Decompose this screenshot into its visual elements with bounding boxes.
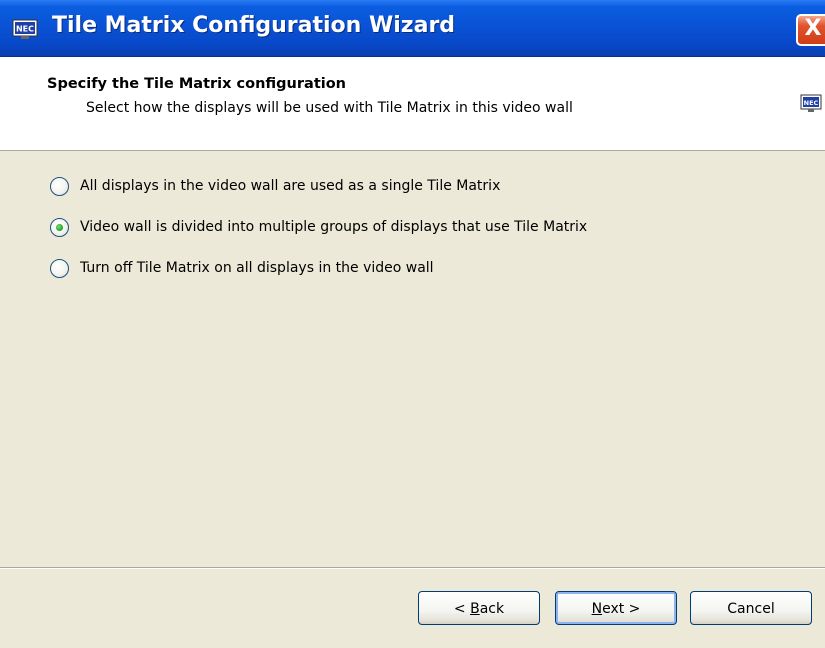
option-label: All displays in the video wall are used … bbox=[80, 178, 501, 194]
back-button-rest: ack bbox=[479, 601, 505, 617]
nec-monitor-icon: NEC bbox=[12, 19, 38, 39]
window-title: Tile Matrix Configuration Wizard bbox=[52, 13, 456, 38]
option-multiple-groups[interactable]: Video wall is divided into multiple grou… bbox=[50, 216, 750, 238]
nec-monitor-icon: NEC bbox=[800, 94, 822, 112]
radio-button[interactable] bbox=[50, 258, 69, 278]
option-label: Video wall is divided into multiple grou… bbox=[80, 219, 588, 235]
wizard-header: Specify the Tile Matrix configuration Se… bbox=[0, 57, 825, 151]
header-title: Specify the Tile Matrix configuration bbox=[47, 76, 346, 92]
header-subtitle: Select how the displays will be used wit… bbox=[86, 100, 573, 116]
option-turn-off-tile-matrix[interactable]: Turn off Tile Matrix on all displays in … bbox=[50, 257, 750, 279]
next-button-rest: ext > bbox=[602, 601, 641, 617]
footer-divider bbox=[0, 567, 825, 569]
option-single-tile-matrix[interactable]: All displays in the video wall are used … bbox=[50, 175, 750, 197]
radio-button[interactable] bbox=[50, 176, 69, 196]
svg-text:NEC: NEC bbox=[16, 25, 34, 34]
back-button[interactable]: < Back bbox=[418, 591, 540, 625]
radio-button[interactable] bbox=[50, 217, 69, 237]
svg-text:NEC: NEC bbox=[804, 99, 819, 107]
next-button[interactable]: Next > bbox=[555, 591, 677, 625]
back-button-mnemonic: B bbox=[470, 601, 480, 617]
option-label: Turn off Tile Matrix on all displays in … bbox=[80, 260, 434, 276]
close-button[interactable]: X bbox=[796, 14, 825, 46]
title-bar[interactable]: NEC Tile Matrix Configuration Wizard X bbox=[0, 0, 825, 57]
back-button-prefix: < bbox=[453, 601, 471, 617]
cancel-button[interactable]: Cancel bbox=[690, 591, 812, 625]
next-button-mnemonic: N bbox=[591, 601, 603, 617]
